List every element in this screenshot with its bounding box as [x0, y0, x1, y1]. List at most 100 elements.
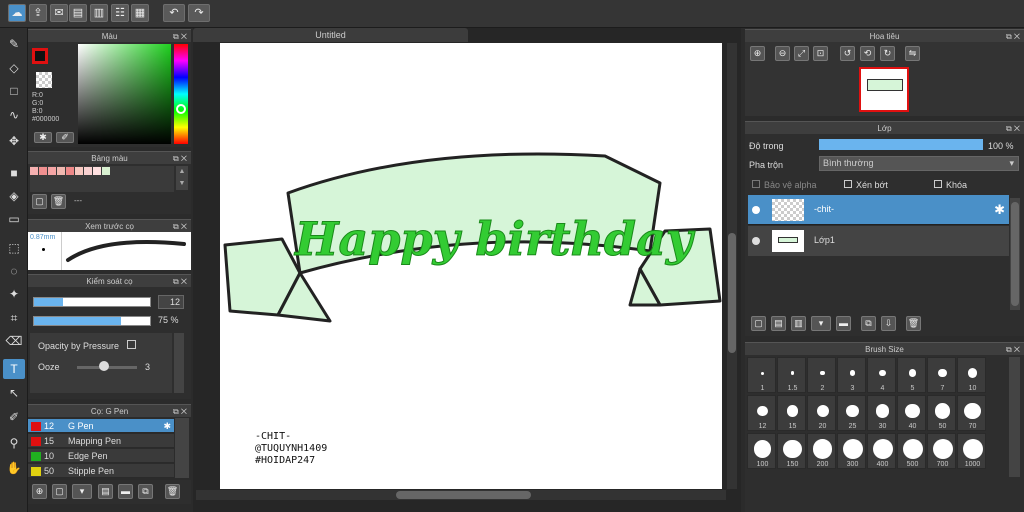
brush-size-cell[interactable]: 25	[837, 395, 866, 431]
brush-size-cell[interactable]: 1000	[957, 433, 986, 469]
palette-swatch[interactable]	[30, 167, 38, 175]
rotate-left-icon[interactable]: ↺	[840, 46, 855, 61]
canvas-hscroll[interactable]	[196, 490, 726, 500]
magic-wand-icon[interactable]: ✦	[3, 284, 25, 304]
visibility-eye-icon[interactable]	[752, 237, 760, 245]
brush-size-cell[interactable]: 3	[837, 357, 866, 393]
brush-size-cell[interactable]: 50	[927, 395, 956, 431]
brush-size-cell[interactable]: 7	[927, 357, 956, 393]
brush-size-cell[interactable]: 4	[867, 357, 896, 393]
size-slider[interactable]	[33, 297, 151, 307]
curve-tool-icon[interactable]: ∿	[3, 105, 25, 125]
new-palette-icon[interactable]: ▢	[32, 194, 47, 209]
export-icon[interactable]: ⇪	[29, 4, 47, 22]
layer-row-lop1[interactable]: Lớp1	[748, 226, 1009, 256]
navigator-thumbnail[interactable]	[859, 67, 909, 112]
hue-handle[interactable]	[176, 104, 186, 114]
palette-swatch[interactable]	[48, 167, 56, 175]
hue-slider[interactable]	[174, 44, 188, 144]
brush-scrollbar[interactable]	[175, 418, 189, 478]
brush-size-cell[interactable]: 500	[897, 433, 926, 469]
dropper-icon[interactable]: ⚲	[3, 433, 25, 453]
checklist-icon[interactable]: ☷	[111, 4, 129, 22]
comment-icon[interactable]: ▤	[69, 4, 87, 22]
canvas-vscroll[interactable]	[727, 43, 737, 489]
brush-size-cell[interactable]: 400	[867, 433, 896, 469]
actual-size-icon[interactable]: ⊡	[813, 46, 828, 61]
secondary-color-swatch[interactable]	[36, 72, 52, 88]
select-rect-icon[interactable]: ⬚	[3, 238, 25, 258]
eyedropper-small-icon[interactable]: ✐	[56, 132, 74, 143]
new-layer-1bit-icon[interactable]: ▥	[791, 316, 806, 331]
palette-swatch[interactable]	[84, 167, 92, 175]
brush-item[interactable]: 50 Stipple Pen	[28, 464, 174, 478]
brush-size-cell[interactable]: 100	[747, 433, 776, 469]
layer-scrollbar[interactable]	[1010, 198, 1020, 310]
zoom-in-icon[interactable]: ⊕	[750, 46, 765, 61]
brush-item[interactable]: 10 Edge Pen	[28, 449, 174, 463]
gear-icon[interactable]: ✱	[163, 419, 171, 433]
trash-icon[interactable]: 🗑	[906, 316, 921, 331]
select-pen-icon[interactable]: ⌗	[3, 308, 25, 328]
document-icon[interactable]: ▥	[90, 4, 108, 22]
primary-color-swatch[interactable]	[32, 48, 48, 64]
palette-swatch[interactable]	[102, 167, 110, 175]
pressure-checkbox[interactable]	[127, 340, 136, 349]
layer-opacity-slider[interactable]	[819, 139, 983, 150]
trash-icon[interactable]: 🗑	[165, 484, 180, 499]
brush-tool-icon[interactable]: ✎	[3, 34, 25, 54]
bucket-tool-icon[interactable]: ◈	[3, 186, 25, 206]
clipping-checkbox[interactable]	[844, 180, 852, 188]
duplicate-icon[interactable]: ⧉	[138, 484, 153, 499]
brush-size-cell[interactable]: 200	[807, 433, 836, 469]
lock-checkbox[interactable]	[934, 180, 942, 188]
redo-icon[interactable]: ↷	[188, 4, 210, 22]
merge-icon[interactable]: ⇩	[881, 316, 896, 331]
protect-alpha-checkbox[interactable]	[752, 180, 760, 188]
blend-mode-select[interactable]: Bình thường ▾	[819, 156, 1019, 171]
brush-size-cell[interactable]: 70	[957, 395, 986, 431]
new-layer-8bit-icon[interactable]: ▤	[771, 316, 786, 331]
brush-size-cell[interactable]: 30	[867, 395, 896, 431]
rectangle-tool-icon[interactable]: □	[3, 81, 25, 101]
eyedropper-icon[interactable]: ✐	[3, 407, 25, 427]
reset-rotation-icon[interactable]: ⟲	[860, 46, 875, 61]
control-scrollbar[interactable]	[174, 333, 184, 393]
brush-doc-icon[interactable]: ▤	[98, 484, 113, 499]
grid-icon[interactable]: ▦	[131, 4, 149, 22]
brush-size-cell[interactable]: 15	[777, 395, 806, 431]
brush-menu-icon[interactable]: ▾	[72, 484, 92, 499]
brush-item[interactable]: 12 G Pen ✱	[28, 419, 174, 433]
brush-size-cell[interactable]: 1.5	[777, 357, 806, 393]
folder-icon[interactable]: ▬	[118, 484, 133, 499]
new-layer-icon[interactable]: ▢	[751, 316, 766, 331]
fill-rect-tool-icon[interactable]: ■	[3, 163, 25, 183]
palette-swatch[interactable]	[93, 167, 101, 175]
ooze-slider-handle[interactable]	[99, 361, 109, 371]
tab-untitled[interactable]: Untitled	[193, 28, 468, 42]
rotate-right-icon[interactable]: ↻	[880, 46, 895, 61]
opacity-slider[interactable]	[33, 316, 151, 326]
flip-icon[interactable]: ⇋	[905, 46, 920, 61]
gear-icon[interactable]: ✱	[34, 132, 52, 143]
palette-select[interactable]: ---	[74, 196, 186, 208]
fit-icon[interactable]: ⤢	[794, 46, 809, 61]
lasso-icon[interactable]: ◌	[3, 261, 25, 281]
brush-item[interactable]: 15 Mapping Pen	[28, 434, 174, 448]
duplicate-icon[interactable]: ⧉	[861, 316, 876, 331]
brush-size-scrollbar[interactable]	[1009, 357, 1020, 477]
palette-swatch[interactable]	[66, 167, 74, 175]
trash-icon[interactable]: 🗑	[51, 194, 66, 209]
zoom-out-icon[interactable]: ⊖	[775, 46, 790, 61]
gear-icon[interactable]: ✱	[994, 202, 1005, 218]
add-brush-icon[interactable]: ⊕	[32, 484, 47, 499]
brush-size-cell[interactable]: 40	[897, 395, 926, 431]
brush-size-cell[interactable]: 20	[807, 395, 836, 431]
palette-swatch[interactable]	[75, 167, 83, 175]
saturation-picker[interactable]	[78, 44, 171, 144]
visibility-eye-icon[interactable]	[752, 206, 760, 214]
size-value[interactable]: 12	[158, 295, 184, 309]
palette-scrollbar[interactable]: ▲ ▼	[176, 166, 188, 190]
move-tool-icon[interactable]: ✥	[3, 131, 25, 151]
drawing-canvas[interactable]: Happy birthday -CHIT- @TUQUYNH1409 #HOIDAP…	[220, 43, 722, 489]
